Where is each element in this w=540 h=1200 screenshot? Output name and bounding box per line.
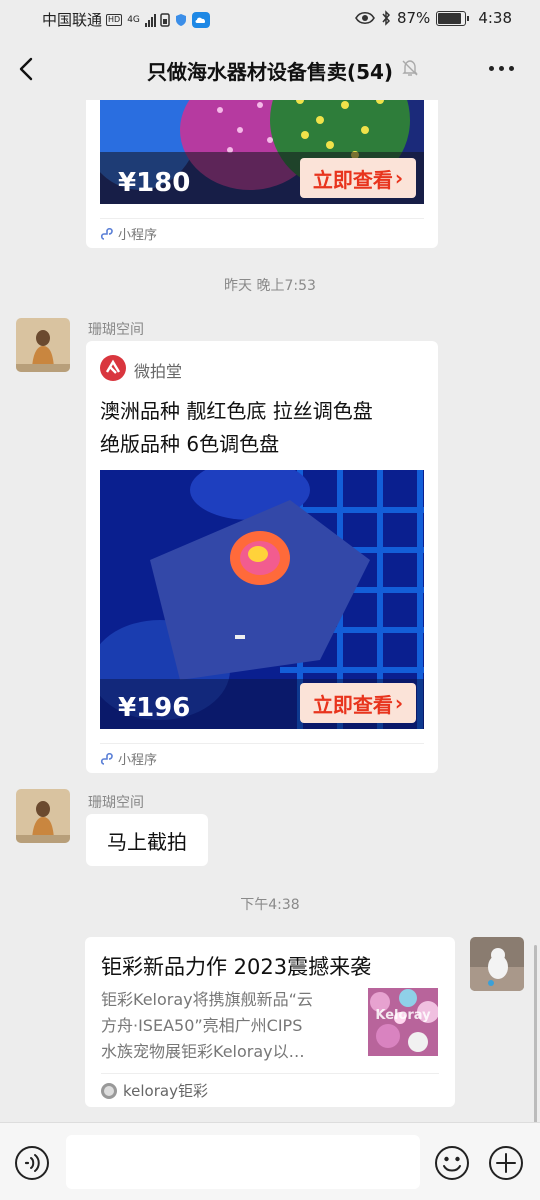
product-image: ¥180 立即查看 ›: [100, 100, 424, 204]
article-description-line: 方舟·ISEA50”亮相广州CIPS: [101, 1016, 303, 1035]
app-name: 微拍堂: [134, 362, 183, 381]
emoji-icon[interactable]: [434, 1145, 470, 1181]
plus-icon[interactable]: [488, 1145, 524, 1181]
chevron-right-icon: ›: [394, 691, 404, 715]
article-description-line: 钜彩Keloray将携旗舰新品“云: [101, 990, 313, 1009]
article-title: 钜彩新品力作 2023震撼来袭: [101, 955, 372, 979]
chat-header: 只做海水器材设备售卖(54): [0, 38, 540, 100]
network-label: 4G: [127, 14, 140, 25]
scrollbar[interactable]: [534, 945, 537, 1125]
hd-badge: HD: [106, 13, 123, 26]
battery-icon: [436, 10, 470, 26]
battery-percent: 87%: [396, 9, 431, 27]
signal-icon: [144, 13, 156, 27]
clock: 4:38: [478, 9, 512, 27]
timestamp: 下午4:38: [240, 897, 300, 913]
product-title: 澳洲品种 靓红色底 拉丝调色盘 绝版品种 6色调色盘: [100, 395, 373, 461]
view-now-button[interactable]: 立即查看 ›: [300, 158, 416, 198]
sender-name: 珊瑚空间: [88, 795, 144, 811]
message-text: 马上截拍: [107, 829, 187, 854]
eye-icon: [355, 11, 375, 25]
price-label: ¥196: [118, 693, 191, 723]
article-thumbnail: Keloray: [368, 988, 438, 1056]
carrier-label: 中国联通: [42, 11, 103, 29]
weipaitang-logo: [100, 355, 126, 381]
price-label: ¥180: [118, 168, 191, 198]
thumbnail-text: Keloray: [375, 1008, 431, 1023]
article-card[interactable]: 钜彩新品力作 2023震撼来袭 钜彩Keloray将携旗舰新品“云 方舟·ISE…: [85, 937, 455, 1107]
view-now-label: 立即查看: [312, 167, 393, 192]
input-bar: [0, 1122, 540, 1200]
cloud-app-icon: [191, 11, 210, 28]
chat-title: 只做海水器材设备售卖(54): [146, 60, 394, 84]
mini-program-card[interactable]: ¥180 立即查看 › 小程序: [86, 100, 438, 248]
avatar[interactable]: [16, 318, 70, 372]
voice-icon[interactable]: [14, 1145, 50, 1181]
sender-name: 珊瑚空间: [88, 322, 144, 338]
mini-program-icon: [100, 752, 113, 765]
mini-program-footer: 小程序: [100, 743, 424, 773]
my-avatar[interactable]: [470, 937, 524, 991]
timestamp: 昨天 晚上7:53: [224, 278, 316, 294]
product-title-line: 绝版品种 6色调色盘: [100, 432, 280, 456]
article-description: 钜彩Keloray将携旗舰新品“云 方舟·ISEA50”亮相广州CIPS 水族宠…: [101, 987, 351, 1065]
more-button[interactable]: [486, 58, 516, 78]
mini-program-icon: [100, 227, 113, 240]
mini-program-label: 小程序: [118, 228, 158, 243]
product-title-line: 澳洲品种 靓红色底 拉丝调色盘: [100, 399, 373, 423]
text-message-bubble[interactable]: 马上截拍: [86, 814, 208, 866]
view-now-button[interactable]: 立即查看 ›: [300, 683, 416, 723]
mute-icon: [402, 60, 418, 76]
source-name: keloray钜彩: [123, 1082, 208, 1100]
mini-program-card[interactable]: 微拍堂 澳洲品种 靓红色底 拉丝调色盘 绝版品种 6色调色盘 ¥196 立即查看…: [86, 341, 438, 773]
chevron-right-icon: ›: [394, 166, 404, 190]
mini-program-label: 小程序: [118, 753, 158, 768]
chat-messages[interactable]: ¥180 立即查看 › 小程序 昨天 晚上7:53 珊瑚空间 微拍堂 澳洲品种 靓…: [0, 100, 540, 1122]
source-avatar-icon: [101, 1082, 117, 1099]
message-input[interactable]: [66, 1135, 420, 1189]
product-image: ¥196 立即查看 ›: [100, 470, 424, 729]
mini-program-footer: 小程序: [100, 218, 424, 248]
shield-icon: [175, 13, 186, 26]
view-now-label: 立即查看: [312, 692, 393, 717]
avatar[interactable]: [16, 789, 70, 843]
article-description-line: 水族宠物展钜彩Keloray以…: [101, 1042, 305, 1061]
sim-icon: [160, 12, 170, 27]
bluetooth-icon: [382, 10, 390, 26]
article-source: keloray钜彩: [101, 1073, 439, 1107]
status-bar: 中国联通 HD 4G 87% 4:38: [0, 0, 540, 38]
